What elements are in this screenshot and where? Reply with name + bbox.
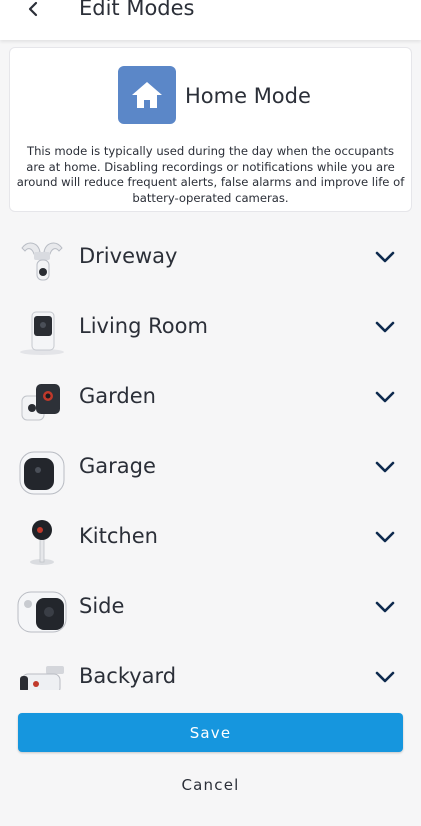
- mode-description: This mode is typically used during the d…: [16, 144, 405, 205]
- chevron-down-icon[interactable]: [375, 670, 395, 684]
- camera-list: Driveway Living Room Garden Garage Kitch…: [0, 224, 421, 690]
- chevron-down-icon[interactable]: [375, 250, 395, 264]
- camera-label: Side: [79, 594, 125, 618]
- home-icon: [118, 66, 176, 124]
- battery-camera-icon: [17, 591, 67, 633]
- floodlight-camera-icon: [21, 242, 63, 281]
- chevron-down-icon[interactable]: [375, 530, 395, 544]
- camera-row-kitchen[interactable]: Kitchen: [0, 504, 421, 574]
- stand-camera-icon: [30, 520, 54, 565]
- back-chevron-icon[interactable]: [22, 0, 46, 22]
- chevron-down-icon[interactable]: [375, 460, 395, 474]
- mode-info-card: Home Mode This mode is typically used du…: [9, 47, 412, 212]
- camera-row-driveway[interactable]: Driveway: [0, 224, 421, 294]
- camera-label: Kitchen: [79, 524, 158, 548]
- camera-row-backyard[interactable]: Backyard: [0, 644, 421, 690]
- camera-label: Garage: [79, 454, 156, 478]
- camera-row-living-room[interactable]: Living Room: [0, 294, 421, 364]
- top-bar: Edit Modes: [0, 0, 421, 40]
- chevron-down-icon[interactable]: [375, 600, 395, 614]
- save-button[interactable]: Save: [18, 713, 403, 752]
- camera-row-side[interactable]: Side: [0, 574, 421, 644]
- wire-free-camera-icon: [21, 384, 60, 421]
- camera-label: Living Room: [79, 314, 208, 338]
- chevron-down-icon[interactable]: [375, 390, 395, 404]
- cancel-button[interactable]: Cancel: [0, 776, 421, 794]
- camera-row-garage[interactable]: Garage: [0, 434, 421, 504]
- battery-camera-icon: [19, 451, 65, 495]
- camera-label: Driveway: [79, 244, 178, 268]
- camera-label: Garden: [79, 384, 156, 408]
- page-title: Edit Modes: [79, 0, 195, 20]
- mode-name: Home Mode: [185, 84, 311, 108]
- bullet-camera-icon: [20, 666, 64, 690]
- chevron-down-icon[interactable]: [375, 320, 395, 334]
- indoor-camera-icon: [20, 311, 64, 355]
- camera-label: Backyard: [79, 664, 177, 688]
- camera-row-garden[interactable]: Garden: [0, 364, 421, 434]
